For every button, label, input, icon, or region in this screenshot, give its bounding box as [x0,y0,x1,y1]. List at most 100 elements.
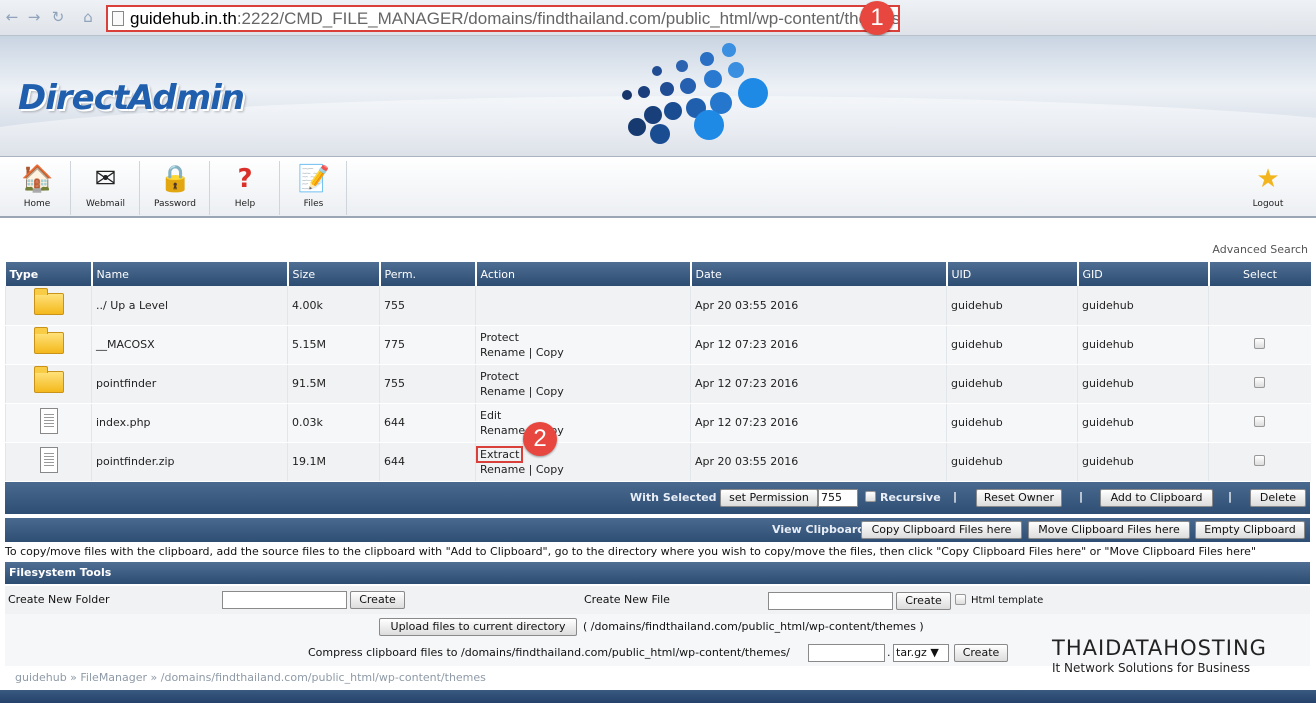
upload-files-button[interactable]: Upload files to current directory [379,618,577,636]
select-checkbox[interactable] [1254,376,1266,388]
footer-bar [0,690,1316,703]
webmail-icon: ✉ [94,164,117,194]
table-row: pointfinder 91.5M 755 Protect Rename | C… [5,364,1311,404]
new-file-input[interactable] [768,592,893,610]
header-banner: DirectAdmin [0,36,1316,156]
toolbar-password[interactable]: 🔒 Password [141,161,210,215]
copy-link[interactable]: Copy [536,463,564,476]
rename-link[interactable]: Rename [480,385,525,398]
col-size[interactable]: Size [286,262,380,286]
file-size: 4.00k [287,286,380,326]
file-name[interactable]: pointfinder [91,364,288,404]
file-actions [475,286,691,326]
file-perm[interactable]: 644 [379,403,476,443]
protect-link[interactable]: Protect [480,331,519,344]
delete-button[interactable]: Delete [1250,489,1306,507]
url-path: :2222/CMD_FILE_MANAGER/domains/findthail… [236,9,900,28]
reload-icon[interactable]: ↻ [50,9,66,25]
edit-link[interactable]: Edit [480,409,501,422]
file-uid: guidehub [946,325,1078,365]
html-template-checkbox[interactable] [955,594,966,605]
select-checkbox[interactable] [1254,454,1266,466]
file-icon[interactable] [39,408,58,434]
toolbar-label: Logout [1252,199,1284,209]
file-perm[interactable]: 755 [379,364,476,404]
with-selected-bar: With Selected set Permission 755 Recursi… [5,482,1310,514]
col-type[interactable]: Type [5,262,92,286]
home-nav-icon[interactable]: ⌂ [80,9,96,25]
folder-icon[interactable] [33,327,64,354]
select-checkbox[interactable] [1254,415,1266,427]
col-uid[interactable]: UID [945,262,1078,286]
create-file-label: Create New File [584,593,670,606]
file-size: 19.1M [287,442,380,482]
toolbar-webmail[interactable]: ✉ Webmail [72,161,140,215]
file-uid: guidehub [946,442,1078,482]
breadcrumb[interactable]: guidehub » FileManager » /domains/findth… [15,671,486,684]
rename-link[interactable]: Rename [480,346,525,359]
filesystem-tools-header: Filesystem Tools [5,562,1310,584]
clipboard-help-text: To copy/move files with the clipboard, a… [5,545,1256,558]
file-size: 0.03k [287,403,380,443]
copy-link[interactable]: Copy [536,346,564,359]
compress-create-button[interactable]: Create [954,644,1008,662]
col-name[interactable]: Name [90,262,288,286]
directadmin-logo[interactable]: DirectAdmin [18,78,245,118]
empty-clipboard-button[interactable]: Empty Clipboard [1195,521,1305,539]
back-icon[interactable]: ← [4,9,20,25]
file-perm[interactable]: 644 [379,442,476,482]
add-to-clipboard-button[interactable]: Add to Clipboard [1100,489,1213,507]
file-name[interactable]: index.php [91,403,288,443]
rename-link[interactable]: Rename [480,424,525,437]
new-folder-input[interactable] [222,591,347,609]
file-icon[interactable] [39,447,58,473]
advanced-search-link[interactable]: Advanced Search [1212,243,1308,256]
recursive-checkbox[interactable] [865,491,876,502]
toolbar-home[interactable]: 🏠 Home [4,161,71,215]
file-date: Apr 12 07:23 2016 [690,403,947,443]
protect-link[interactable]: Protect [480,370,519,383]
home-icon: 🏠 [21,164,54,194]
copy-link[interactable]: Copy [536,385,564,398]
file-table: Type Name Size Perm. Action Date UID GID… [5,262,1311,482]
file-name[interactable]: pointfinder.zip [91,442,288,482]
copy-clipboard-files-button[interactable]: Copy Clipboard Files here [861,521,1022,539]
extract-link[interactable]: Extract [476,445,524,463]
col-action: Action [474,262,691,286]
col-select[interactable]: Select [1207,262,1311,286]
forward-icon[interactable]: → [26,9,42,25]
col-date[interactable]: Date [689,262,947,286]
toolbar-help[interactable]: ? Help [211,161,280,215]
compress-filename-input[interactable] [808,644,885,662]
compress-label: Compress clipboard files to /domains/fin… [308,646,790,659]
file-actions: Extract Rename | Copy [475,442,691,482]
address-bar[interactable]: guidehub.in.th:2222/CMD_FILE_MANAGER/dom… [106,5,900,32]
col-perm[interactable]: Perm. [378,262,476,286]
create-file-button[interactable]: Create [896,592,951,610]
file-gid: guidehub [1077,325,1209,365]
file-name[interactable]: ../ Up a Level [91,286,288,326]
view-clipboard-link[interactable]: View Clipboard [772,523,865,536]
rename-link[interactable]: Rename [480,463,525,476]
toolbar-label: Password [153,199,197,209]
select-checkbox[interactable] [1254,337,1266,349]
callout-2: 2 [523,422,557,456]
file-perm[interactable]: 755 [379,286,476,326]
move-clipboard-files-button[interactable]: Move Clipboard Files here [1028,521,1190,539]
file-perm[interactable]: 775 [379,325,476,365]
create-row: Create New Folder Create Create New File… [5,586,1310,614]
file-name[interactable]: __MACOSX [91,325,288,365]
compress-ext-select[interactable]: tar.gz ▼ [893,644,949,662]
col-gid[interactable]: GID [1076,262,1209,286]
url-host: guidehub.in.th [130,9,237,28]
toolbar-logout[interactable]: ★ Logout [1236,161,1300,215]
permission-input[interactable]: 755 [818,489,858,507]
reset-owner-button[interactable]: Reset Owner [976,489,1062,507]
set-permission-button[interactable]: set Permission [720,489,818,507]
file-actions: Edit Rename | Copy [475,403,691,443]
toolbar-files[interactable]: 📝 Files [281,161,347,215]
folder-icon[interactable] [33,287,64,315]
recursive-label: Recursive [880,491,941,504]
folder-icon[interactable] [33,366,64,393]
create-folder-button[interactable]: Create [350,591,405,609]
